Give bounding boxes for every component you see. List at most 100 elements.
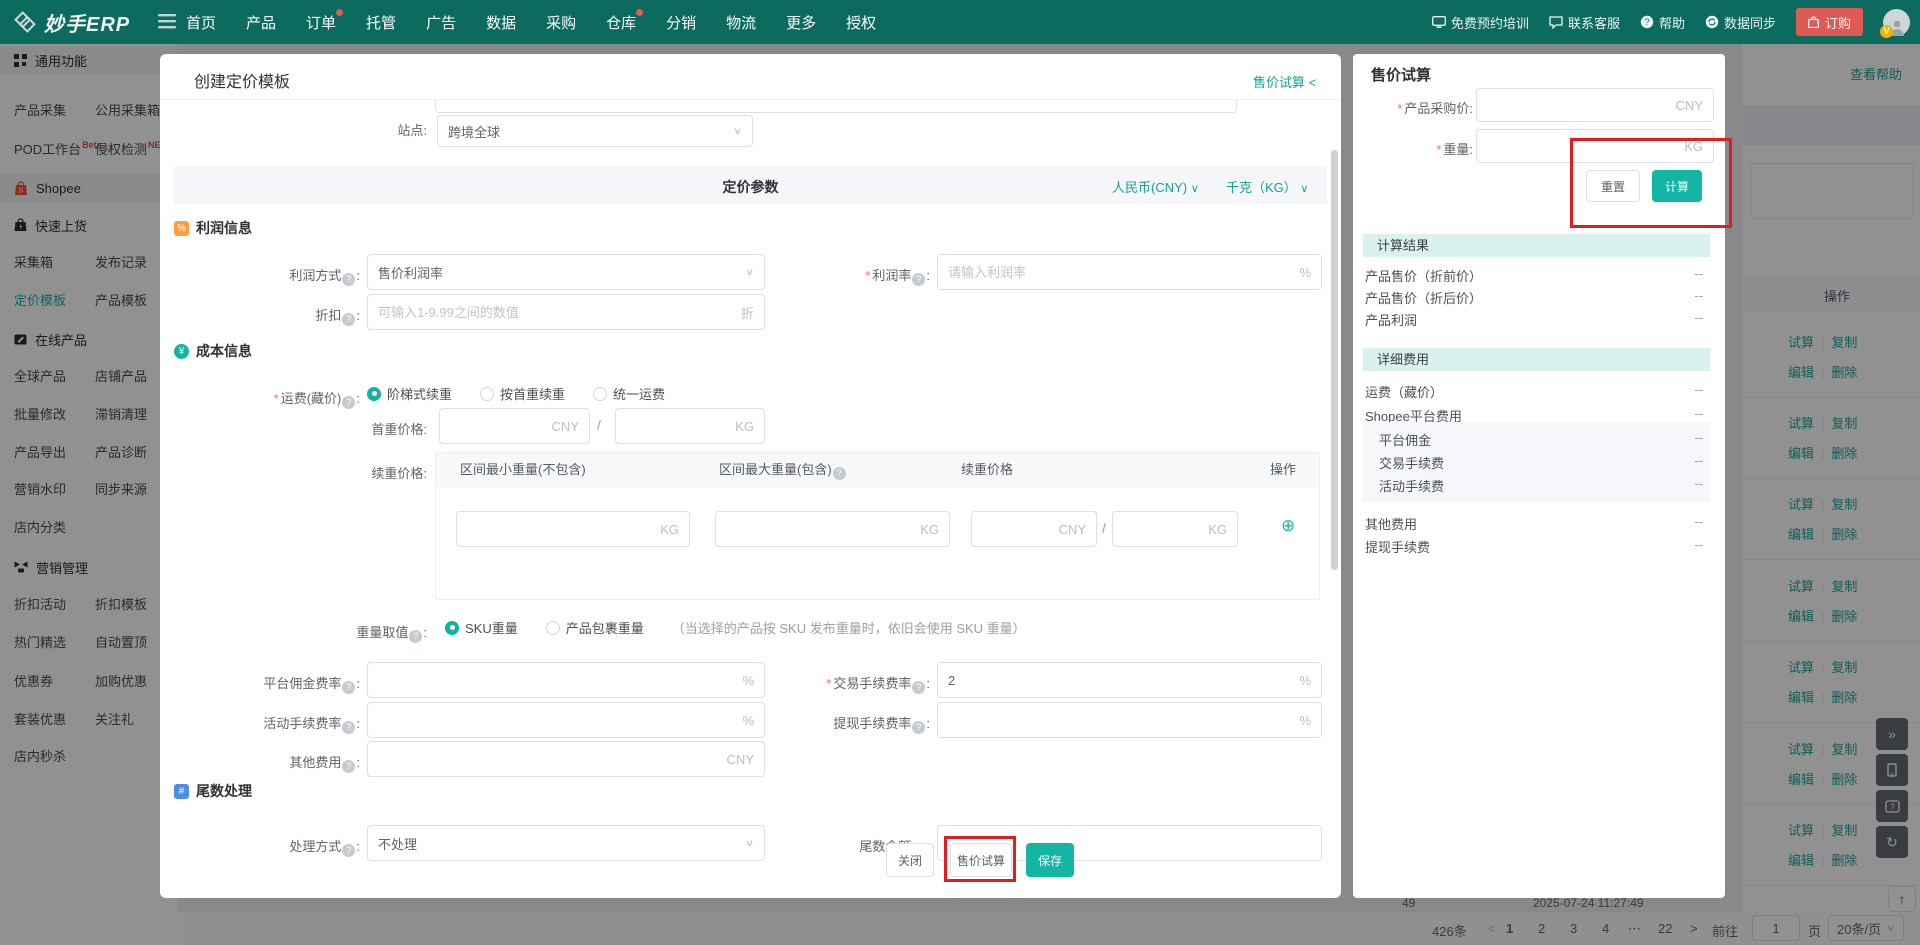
nav-logistics[interactable]: 物流 <box>726 12 756 33</box>
purchase-price-input[interactable]: CNY <box>1476 88 1714 122</box>
kg-suffix: KG <box>1208 521 1227 537</box>
nav-hosting[interactable]: 托管 <box>366 12 396 33</box>
training-link[interactable]: 免费预约培训 <box>1431 13 1529 32</box>
profit-rate-input[interactable]: % <box>937 254 1322 290</box>
hamburger-menu-icon[interactable] <box>158 14 176 34</box>
first-weight-price-input[interactable]: CNY <box>439 408 590 444</box>
cny-suffix: CNY <box>726 751 754 767</box>
question-icon[interactable]: ? <box>342 843 356 857</box>
currency-select[interactable]: 人民币(CNY) ∨ <box>1112 177 1199 196</box>
freight-label: * 运费(藏价)?: <box>273 391 360 409</box>
renewal-price-label: 续重价格: <box>371 466 427 481</box>
radio-first-weight[interactable]: 按首重续重 <box>480 384 565 403</box>
handle-mode-select[interactable]: 不处理 ∨ <box>367 825 765 861</box>
radio-selected-icon <box>367 386 381 401</box>
nav-distribution[interactable]: 分销 <box>666 12 696 33</box>
app-logo[interactable]: 妙手ERP <box>14 0 130 44</box>
nav-ads[interactable]: 广告 <box>426 12 456 33</box>
kg-suffix: KG <box>735 418 754 434</box>
nav-authorization[interactable]: 授权 <box>846 12 876 33</box>
question-icon[interactable]: ? <box>912 272 926 286</box>
activity-fee-input[interactable]: % <box>367 702 765 738</box>
nav-products[interactable]: 产品 <box>246 12 276 33</box>
renewal-price-table: 区间最小重量(不包含) 区间最大重量(包含)? 续重价格 操作 KG KG CN… <box>435 452 1320 600</box>
subscribe-button[interactable]: 订购 <box>1795 8 1863 36</box>
discount-input[interactable]: 折 <box>367 294 765 330</box>
modal-scrollbar[interactable] <box>1331 150 1338 570</box>
fee-row-label: 运费（藏价） <box>1365 385 1444 400</box>
data-sync-link[interactable]: 数据同步 <box>1705 13 1776 32</box>
create-pricing-template-modal: 创建定价模板 售价试算 < 站点: 跨境全球 ∨ 定价参数 人民币(CNY) ∨… <box>160 54 1341 898</box>
question-icon[interactable]: ? <box>342 720 356 734</box>
question-icon[interactable]: ? <box>832 466 846 480</box>
profit-section-title: 利润信息 <box>196 220 252 236</box>
th-min-weight: 区间最小重量(不包含) <box>460 462 586 477</box>
other-fee-input[interactable]: CNY <box>367 741 765 777</box>
tail-section-icon: # <box>174 783 189 799</box>
question-icon[interactable]: ? <box>342 312 356 326</box>
nav-purchase[interactable]: 采购 <box>546 12 576 33</box>
weight-unit-select[interactable]: 千克（KG） ∨ <box>1226 177 1308 196</box>
question-icon[interactable]: ? <box>342 395 356 409</box>
fee-row-value: -- <box>1694 514 1703 529</box>
result-row-label: 产品利润 <box>1365 313 1418 328</box>
nav-warehouse[interactable]: 仓库 <box>606 8 644 33</box>
vip-badge: V <box>1880 24 1893 38</box>
topbar: 妙手ERP 首页 产品 订单 托管 广告 数据 采购 仓库 分销 物流 更多 授… <box>0 0 1920 44</box>
profit-section-icon: % <box>174 220 189 236</box>
main-nav: 首页 产品 订单 托管 广告 数据 采购 仓库 分销 物流 更多 授权 <box>186 0 876 44</box>
help-link[interactable]: ? 帮助 <box>1640 13 1685 32</box>
discount-suffix: 折 <box>740 305 754 321</box>
save-button[interactable]: 保存 <box>1026 843 1074 877</box>
question-icon[interactable]: ? <box>912 720 926 734</box>
cny-suffix: CNY <box>1058 521 1086 537</box>
avatar[interactable]: V <box>1880 8 1910 38</box>
chevron-down-icon: ∨ <box>745 837 754 849</box>
question-icon[interactable]: ? <box>342 680 356 694</box>
profit-mode-label: 利润方式?: <box>289 268 360 286</box>
radio-flat-freight[interactable]: 统一运费 <box>593 384 665 403</box>
handle-mode-label: 处理方式?: <box>289 839 360 857</box>
fee-row-value: -- <box>1694 382 1703 397</box>
sync-icon <box>1705 15 1719 29</box>
radio-sku-weight[interactable]: SKU重量 <box>445 618 518 637</box>
percent-suffix: % <box>742 712 754 728</box>
renewal-price-input[interactable]: CNY <box>971 511 1097 547</box>
fee-row-label: 其他费用 <box>1365 517 1418 532</box>
profit-mode-select[interactable]: 售价利润率 ∨ <box>367 254 765 290</box>
cost-section-title: 成本信息 <box>196 343 252 359</box>
svg-text:?: ? <box>1644 17 1649 27</box>
max-weight-input[interactable]: KG <box>715 511 950 547</box>
question-icon[interactable]: ? <box>342 272 356 286</box>
transaction-fee-input[interactable]: % <box>937 662 1322 698</box>
question-circle-icon: ? <box>1640 15 1654 29</box>
first-weight-amount-input[interactable]: KG <box>615 408 765 444</box>
min-weight-input[interactable]: KG <box>456 511 690 547</box>
radio-package-weight[interactable]: 产品包裹重量 <box>545 618 644 637</box>
percent-suffix: % <box>1299 672 1311 688</box>
chevron-left-icon: < <box>1308 75 1317 90</box>
nav-data[interactable]: 数据 <box>486 12 516 33</box>
profit-rate-label: * 利润率?: <box>865 268 930 286</box>
question-icon[interactable]: ? <box>342 759 356 773</box>
platform-fee-input[interactable]: % <box>367 662 765 698</box>
close-button[interactable]: 关闭 <box>886 843 934 877</box>
trial-panel-toggle-link[interactable]: 售价试算 < <box>1253 72 1316 91</box>
withdraw-fee-input[interactable]: % <box>937 702 1322 738</box>
drawer-title: 售价试算 <box>1371 67 1432 84</box>
template-name-input-clipped[interactable] <box>435 100 1237 113</box>
nav-home[interactable]: 首页 <box>186 12 216 33</box>
question-icon[interactable]: ? <box>409 629 423 643</box>
add-row-icon[interactable]: ⊕ <box>1281 516 1295 536</box>
nav-more[interactable]: 更多 <box>786 12 816 33</box>
radio-icon <box>545 620 560 635</box>
question-icon[interactable]: ? <box>912 680 926 694</box>
fee-row-value: -- <box>1694 537 1703 552</box>
renewal-weight-input[interactable]: KG <box>1112 511 1238 547</box>
nav-orders[interactable]: 订单 <box>306 8 344 33</box>
radio-tiered-weight[interactable]: 阶梯式续重 <box>367 384 452 403</box>
site-select[interactable]: 跨境全球 ∨ <box>437 115 753 147</box>
contact-service-link[interactable]: 联系客服 <box>1549 13 1620 32</box>
fee-sub-label: 活动手续费 <box>1379 479 1445 494</box>
discount-label: 折扣?: <box>315 308 360 326</box>
